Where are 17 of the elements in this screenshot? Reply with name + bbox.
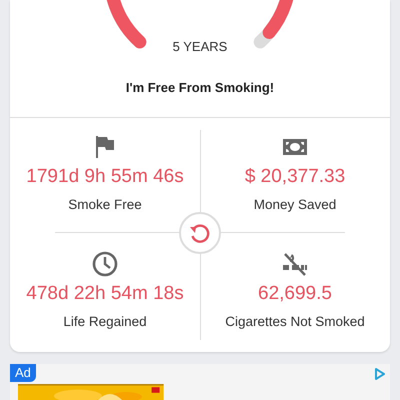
adchoices-icon[interactable] — [374, 367, 386, 381]
flag-icon — [94, 135, 116, 159]
gauge-label: 5 YEARS — [172, 38, 228, 56]
reset-button[interactable] — [179, 212, 221, 254]
stat-value: 1791d 9h 55m 46s — [26, 166, 184, 189]
no-smoking-icon — [281, 252, 309, 276]
headline: I'm Free From Smoking! — [124, 79, 276, 97]
stat-label: Life Regained — [63, 312, 147, 331]
clock-icon — [92, 251, 118, 277]
stat-value: 478d 22h 54m 18s — [26, 283, 184, 306]
stat-label: Money Saved — [254, 196, 336, 214]
stat-label: Cigarettes Not Smoked — [225, 312, 365, 331]
stat-value: $ 20,377.33 — [244, 166, 346, 189]
ad-badge: Ad — [10, 364, 36, 382]
stat-label: Smoke Free — [68, 196, 142, 214]
banknote-icon — [282, 138, 308, 156]
stat-value: 62,699.5 — [258, 283, 332, 306]
